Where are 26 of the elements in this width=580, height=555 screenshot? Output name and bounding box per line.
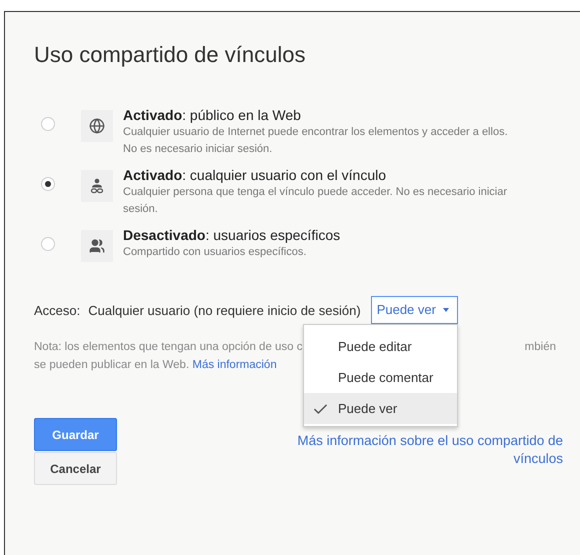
radio-button[interactable]	[41, 237, 55, 251]
menu-item[interactable]: Puede comentar	[304, 362, 457, 393]
option-title: Activado: público en la Web	[123, 106, 302, 124]
radio-button[interactable]	[41, 117, 55, 131]
menu-item[interactable]: Puede editar	[304, 331, 457, 362]
option-description: Cualquier persona que tenga el vínculo puede acceder. No es necesario iniciar sesión.	[123, 185, 508, 217]
radio-button[interactable]	[41, 177, 55, 191]
cancel-button[interactable]: Cancelar	[34, 452, 117, 485]
help-link[interactable]: Más información sobre el uso compartido de vínculos	[253, 432, 563, 468]
note-text: mbién	[524, 340, 556, 355]
more-info-link[interactable]: Más información	[192, 359, 277, 371]
menu-item[interactable]: Puede ver	[304, 393, 457, 424]
note-text: Nota: los elementos que tengan una opción de uso c	[34, 340, 303, 355]
option-title: Activado: cualquier usuario con el vínculo	[123, 166, 388, 184]
permission-dropdown[interactable]: Puede ver	[370, 296, 458, 324]
access-label: Acceso:	[34, 302, 80, 318]
option-title: Desactivado: usuarios específicos	[123, 226, 342, 244]
people-icon	[89, 238, 105, 254]
dialog-title: Uso compartido de vínculos	[34, 41, 306, 69]
option-description: Cualquier usuario de Internet puede encontrar los elementos y acceder a ellos. No es necesario iniciar sesión.	[123, 125, 509, 157]
access-value: Cualquier usuario (no requiere inicio de sesión)	[88, 302, 361, 318]
person-link-icon	[90, 178, 104, 194]
caret-icon	[442, 308, 449, 312]
globe-icon	[89, 118, 105, 134]
option-description: Compartido con usuarios específicos.	[123, 245, 308, 260]
note-text: se pueden publicar en la Web.	[34, 359, 190, 371]
